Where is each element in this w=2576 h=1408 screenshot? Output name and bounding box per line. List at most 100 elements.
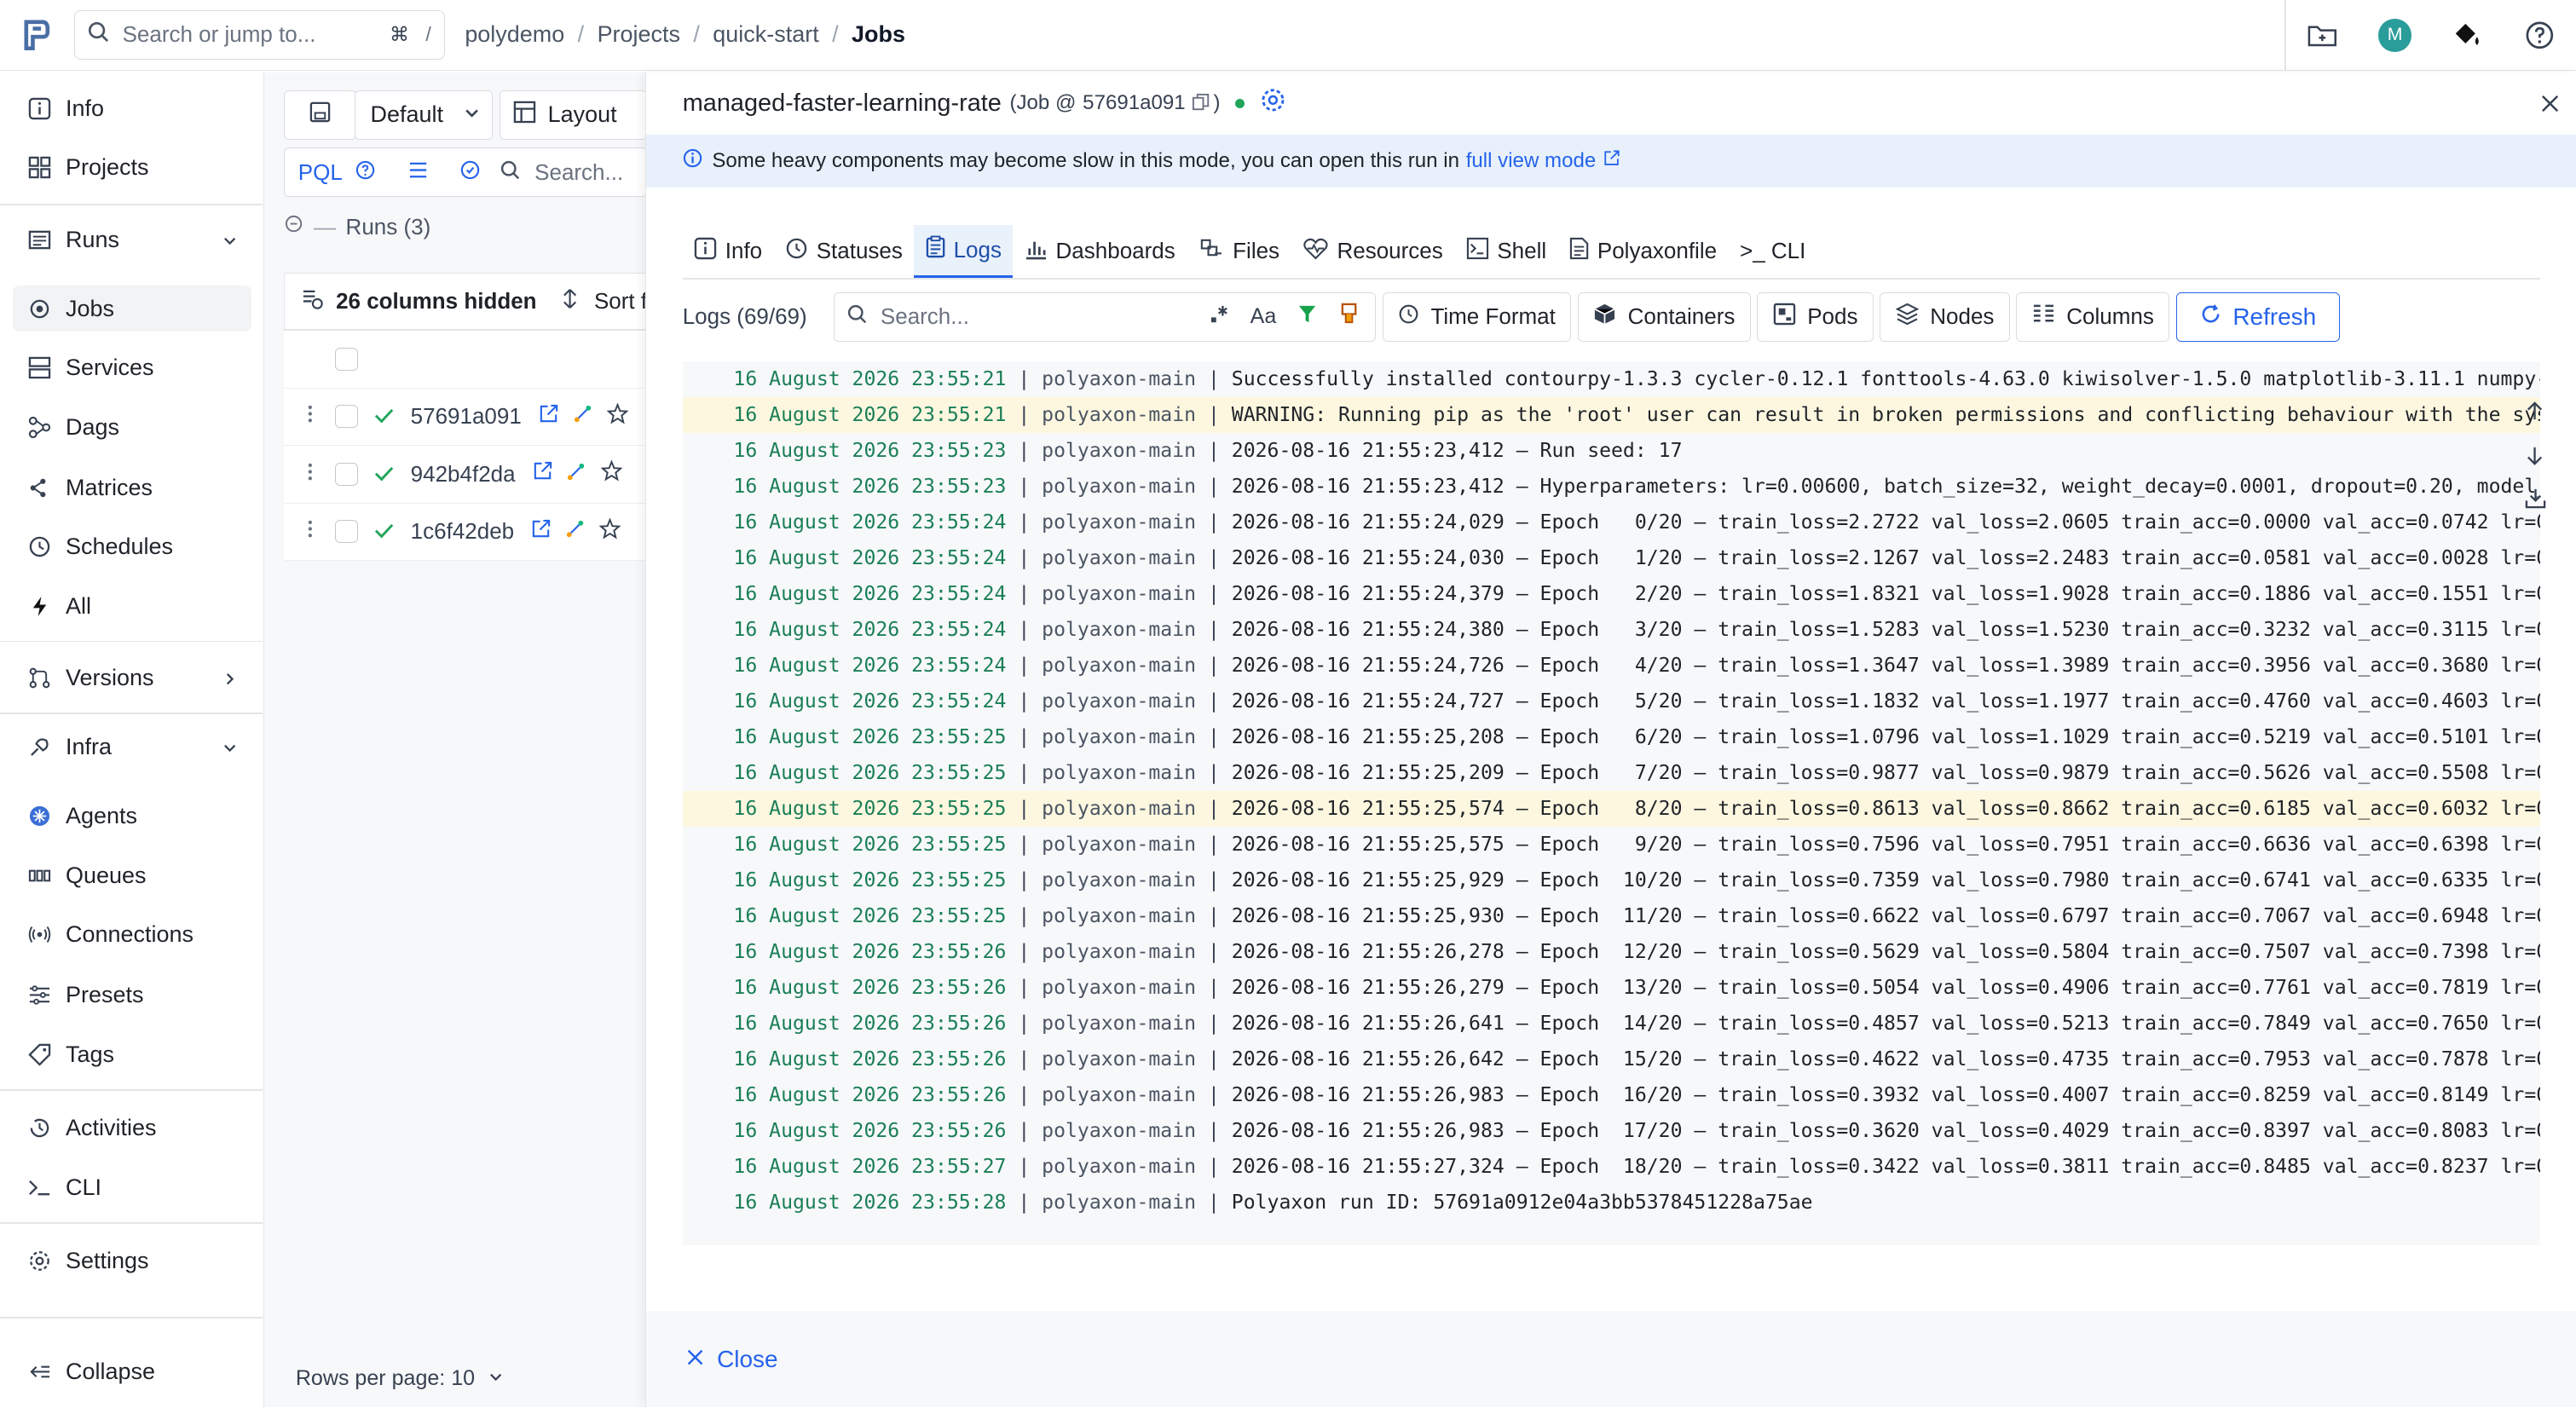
select-all-checkbox[interactable] (335, 348, 359, 372)
layout-button[interactable]: Layout (499, 89, 648, 140)
star-icon[interactable] (598, 517, 621, 545)
polyaxon-logo-icon[interactable] (0, 0, 72, 70)
breadcrumb-project[interactable]: quick-start (713, 21, 818, 48)
tab-dashboards[interactable]: Dashboards (1013, 225, 1187, 278)
row-checkbox[interactable] (335, 462, 359, 486)
file-icon (1569, 237, 1589, 266)
save-icon (309, 101, 332, 130)
external-link-icon[interactable] (530, 518, 552, 545)
arrow-down-icon[interactable] (2525, 441, 2546, 472)
refresh-button[interactable]: Refresh (2175, 291, 2341, 342)
help-icon[interactable] (355, 159, 375, 186)
tab-files[interactable]: Files (1187, 225, 1291, 278)
sidebar-item-infra[interactable]: Infra (13, 724, 251, 770)
sidebar-item-projects[interactable]: Projects (13, 145, 251, 191)
drag-handle-icon[interactable] (307, 403, 314, 430)
run-details-drawer: managed-faster-learning-rate (Job @ 5769… (645, 72, 2576, 1408)
save-view-button[interactable] (284, 89, 357, 140)
rows-per-page-select[interactable]: Rows per page: 10 (296, 1366, 504, 1391)
settings-gear-icon[interactable] (1260, 87, 1286, 120)
download-icon[interactable] (2525, 485, 2546, 516)
external-link-icon[interactable] (1603, 149, 1620, 173)
external-link-icon[interactable] (532, 460, 553, 488)
table-row[interactable]: 942b4f2da (284, 446, 648, 504)
tab-label: Files (1233, 238, 1280, 264)
copy-icon[interactable] (1192, 89, 1210, 118)
run-id[interactable]: 942b4f2da (411, 461, 516, 488)
breadcrumb: polydemo / Projects / quick-start / Jobs (465, 21, 905, 48)
sidebar-item-info[interactable]: Info (13, 85, 251, 131)
sidebar-item-dags[interactable]: Dags (13, 404, 251, 450)
nodes-button[interactable]: Nodes (1880, 291, 2010, 342)
sidebar-item-tags[interactable]: Tags (13, 1031, 251, 1077)
collapse-sidebar-button[interactable]: Collapse (13, 1348, 251, 1394)
sidebar-item-cli[interactable]: CLI (13, 1164, 251, 1210)
run-id[interactable]: 57691a091 (411, 403, 522, 430)
containers-button[interactable]: Containers (1577, 291, 1751, 342)
list-search-input[interactable]: Search... (534, 159, 623, 186)
hidden-columns-label[interactable]: 26 columns hidden (336, 288, 537, 314)
log-separator: | (1006, 1119, 1043, 1142)
logs-search-input[interactable]: Search... Aa (833, 291, 1376, 342)
view-select[interactable]: Default (355, 89, 494, 140)
breadcrumb-org[interactable]: polydemo (465, 21, 564, 48)
tab-info[interactable]: Info (683, 225, 774, 278)
sidebar-item-jobs[interactable]: Jobs (13, 286, 251, 332)
breadcrumb-projects[interactable]: Projects (598, 21, 680, 48)
theme-paint-icon[interactable] (2431, 0, 2504, 71)
log-separator: | (1006, 690, 1043, 713)
tab-resources[interactable]: Resources (1291, 225, 1455, 278)
match-case-toggle[interactable]: Aa (1250, 304, 1277, 329)
pods-button[interactable]: Pods (1757, 291, 1874, 342)
drag-handle-icon[interactable] (307, 518, 314, 545)
compare-icon[interactable] (565, 518, 585, 545)
full-view-link[interactable]: full view mode (1466, 149, 1597, 173)
table-row[interactable]: 57691a091 (284, 389, 648, 447)
sidebar-item-schedules[interactable]: Schedules (13, 524, 251, 570)
star-icon[interactable] (600, 459, 623, 488)
arrow-up-icon[interactable] (2525, 397, 2546, 428)
sidebar-item-activities[interactable]: Activities (13, 1105, 251, 1151)
tab-logs[interactable]: Logs (914, 224, 1014, 278)
user-avatar[interactable]: M (2359, 0, 2431, 71)
list-view-icon[interactable] (408, 159, 428, 186)
star-icon[interactable] (606, 402, 629, 430)
sidebar-item-queues[interactable]: Queues (13, 852, 251, 898)
close-icon[interactable] (2540, 92, 2560, 120)
sidebar-item-all[interactable]: All (13, 583, 251, 629)
filter-icon[interactable] (1297, 304, 1317, 330)
tab-cli[interactable]: >_ CLI (1729, 225, 1817, 278)
external-link-icon[interactable] (538, 403, 559, 430)
sidebar-item-connections[interactable]: Connections (13, 911, 251, 957)
highlight-icon[interactable] (1339, 303, 1359, 332)
tab-polyaxonfile[interactable]: Polyaxonfile (1558, 225, 1729, 278)
help-icon[interactable] (2504, 0, 2576, 71)
log-viewer[interactable]: 16 August 2026 23:55:21 | polyaxon-main … (682, 361, 2541, 1245)
tab-shell[interactable]: Shell (1454, 225, 1557, 278)
run-id[interactable]: 1c6f42deb (411, 518, 514, 545)
sidebar-item-versions[interactable]: Versions (13, 655, 251, 701)
sidebar-item-settings[interactable]: Settings (13, 1238, 251, 1284)
sidebar-item-services[interactable]: Services (13, 345, 251, 391)
table-row[interactable]: 1c6f42deb (284, 504, 648, 562)
runs-tree-header[interactable]: — Runs (3) (284, 214, 430, 240)
tab-statuses[interactable]: Statuses (774, 225, 915, 278)
pql-toggle[interactable]: PQL (298, 159, 343, 186)
compare-icon[interactable] (566, 461, 586, 488)
sidebar-item-runs[interactable]: Runs (13, 216, 251, 263)
drag-handle-icon[interactable] (307, 461, 314, 488)
sidebar-item-presets[interactable]: Presets (13, 972, 251, 1018)
sidebar-item-agents[interactable]: Agents (13, 793, 251, 840)
regex-icon[interactable] (1210, 304, 1229, 330)
row-checkbox[interactable] (335, 405, 359, 429)
global-search-input[interactable]: Search or jump to... ⌘ / (73, 10, 446, 60)
close-button[interactable]: Close (686, 1346, 778, 1373)
row-checkbox[interactable] (335, 520, 359, 544)
sort-label[interactable]: Sort f (594, 288, 647, 314)
sidebar-item-matrices[interactable]: Matrices (13, 465, 251, 511)
compare-icon[interactable] (573, 403, 592, 430)
time-format-button[interactable]: Time Format (1382, 291, 1572, 342)
columns-button[interactable]: Columns (2016, 291, 2170, 342)
new-folder-icon[interactable] (2286, 0, 2359, 71)
timer-icon[interactable] (459, 159, 481, 186)
